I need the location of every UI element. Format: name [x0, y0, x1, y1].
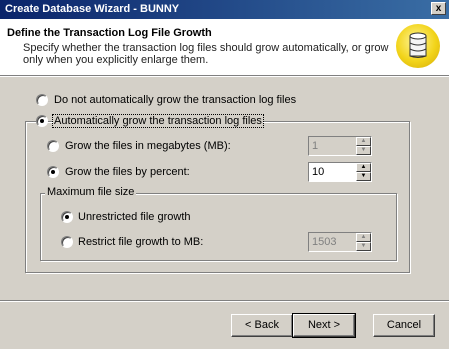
wizard-header: Define the Transaction Log File Growth S… — [0, 19, 449, 75]
wizard-window: Create Database Wizard - BUNNY x Define … — [0, 0, 449, 349]
footer-separator — [0, 300, 449, 302]
spin-down-icon[interactable]: ▼ — [356, 172, 371, 181]
auto-grow-label[interactable]: Automatically grow the transaction log f… — [52, 114, 264, 128]
spin-up-icon[interactable]: ▲ — [356, 233, 371, 242]
grow-megabytes-label[interactable]: Grow the files in megabytes (MB): — [65, 140, 231, 152]
spin-down-icon[interactable]: ▼ — [356, 146, 371, 155]
spin-up-icon[interactable]: ▲ — [356, 163, 371, 172]
percent-spinbox[interactable]: 10 ▲ ▼ — [308, 162, 372, 182]
title-bar[interactable]: Create Database Wizard - BUNNY x — [0, 0, 449, 19]
unrestricted-radio[interactable] — [61, 211, 73, 223]
back-button[interactable]: < Back — [231, 314, 293, 337]
restrict-radio[interactable] — [61, 236, 73, 248]
spin-up-icon[interactable]: ▲ — [356, 137, 371, 146]
next-button[interactable]: Next > — [292, 313, 356, 338]
percent-value[interactable]: 10 — [312, 166, 324, 178]
unrestricted-label[interactable]: Unrestricted file growth — [78, 211, 191, 223]
max-size-caption: Maximum file size — [45, 186, 137, 198]
restrict-spinbox[interactable]: 1503 ▲ ▼ — [308, 232, 372, 252]
grow-percent-radio[interactable] — [47, 166, 59, 178]
grow-percent-label[interactable]: Grow the files by percent: — [65, 166, 190, 178]
database-icon — [396, 24, 440, 68]
close-button[interactable]: x — [431, 2, 446, 15]
restrict-label[interactable]: Restrict file growth to MB: — [78, 236, 203, 248]
restrict-value[interactable]: 1503 — [312, 236, 336, 248]
header-separator — [0, 75, 449, 77]
grow-megabytes-radio[interactable] — [47, 140, 59, 152]
window-title: Create Database Wizard - BUNNY — [5, 3, 180, 15]
no-grow-label[interactable]: Do not automatically grow the transactio… — [54, 94, 296, 106]
spin-down-icon[interactable]: ▼ — [356, 242, 371, 251]
no-grow-radio[interactable] — [36, 94, 48, 106]
megabytes-spinbox[interactable]: 1 ▲ ▼ — [308, 136, 372, 156]
cancel-button[interactable]: Cancel — [373, 314, 435, 337]
page-description: Specify whether the transaction log file… — [23, 42, 389, 66]
page-title: Define the Transaction Log File Growth — [7, 27, 212, 39]
auto-grow-radio[interactable] — [36, 115, 48, 127]
megabytes-value[interactable]: 1 — [312, 140, 318, 152]
